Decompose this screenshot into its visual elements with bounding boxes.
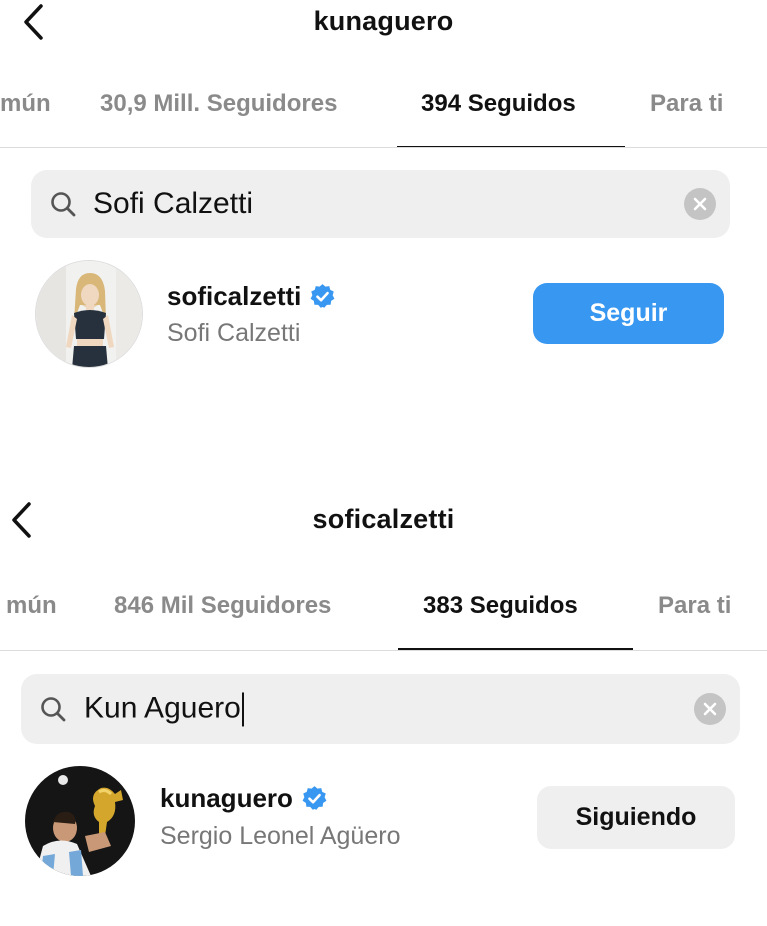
tab-mutual[interactable]: mún xyxy=(0,90,51,118)
username-row: soficalzetti xyxy=(167,281,336,312)
following-button[interactable]: Siguiendo xyxy=(537,786,735,849)
verified-badge-icon xyxy=(310,284,335,308)
tabs-divider xyxy=(0,147,767,148)
search-bar[interactable]: Sofi Calzetti xyxy=(31,170,730,238)
search-icon xyxy=(41,697,66,722)
top-bar: kunaguero xyxy=(0,0,767,50)
verified-badge-icon xyxy=(302,786,327,810)
search-icon xyxy=(51,192,76,217)
tab-following[interactable]: 394 Seguidos xyxy=(421,90,576,118)
user-result-row[interactable]: kunaguero Sergio Leonel Agüero Siguiendo xyxy=(0,762,767,882)
profile-photo xyxy=(25,766,135,876)
clear-icon xyxy=(693,197,707,211)
page-title: soficalzetti xyxy=(312,504,455,534)
search-bar[interactable]: Kun Aguero xyxy=(21,674,740,744)
full-name: Sergio Leonel Agüero xyxy=(160,822,401,850)
search-query-text: Sofi Calzetti xyxy=(93,187,254,220)
clear-search-button[interactable] xyxy=(694,693,726,725)
top-bar: soficalzetti xyxy=(0,494,767,544)
clear-search-button[interactable] xyxy=(684,188,716,220)
search-input[interactable]: Sofi Calzetti xyxy=(93,187,253,221)
username: kunaguero xyxy=(160,783,293,813)
following-screen-soficalzetti: soficalzetti mún 846 Mil Seguidores 383 … xyxy=(0,494,767,926)
profile-photo xyxy=(36,261,142,367)
username-row: kunaguero xyxy=(160,783,328,814)
tab-following[interactable]: 383 Seguidos xyxy=(423,592,578,620)
full-name: Sofi Calzetti xyxy=(167,319,301,347)
avatar[interactable] xyxy=(25,766,135,876)
user-result-row[interactable]: soficalzetti Sofi Calzetti Seguir xyxy=(0,255,767,375)
clear-icon xyxy=(703,702,717,716)
tabs-divider xyxy=(0,650,767,651)
follow-tabs: mún 30,9 Mill. Seguidores 394 Seguidos P… xyxy=(0,90,767,148)
search-query-text: Kun Aguero xyxy=(84,691,241,725)
follow-button[interactable]: Seguir xyxy=(533,283,724,344)
tab-for-you[interactable]: Para ti xyxy=(650,90,723,118)
text-cursor xyxy=(241,692,244,727)
search-input[interactable]: Kun Aguero xyxy=(84,691,244,727)
tab-for-you[interactable]: Para ti xyxy=(658,592,731,620)
tab-followers[interactable]: 846 Mil Seguidores xyxy=(114,592,331,620)
page-title: kunaguero xyxy=(313,6,454,36)
tab-followers[interactable]: 30,9 Mill. Seguidores xyxy=(100,90,337,118)
tab-mutual[interactable]: mún xyxy=(6,592,57,620)
username: soficalzetti xyxy=(167,281,302,311)
follow-tabs: mún 846 Mil Seguidores 383 Seguidos Para… xyxy=(0,592,767,650)
avatar[interactable] xyxy=(35,260,143,368)
following-screen-kunaguero: kunaguero mún 30,9 Mill. Seguidores 394 … xyxy=(0,0,767,400)
